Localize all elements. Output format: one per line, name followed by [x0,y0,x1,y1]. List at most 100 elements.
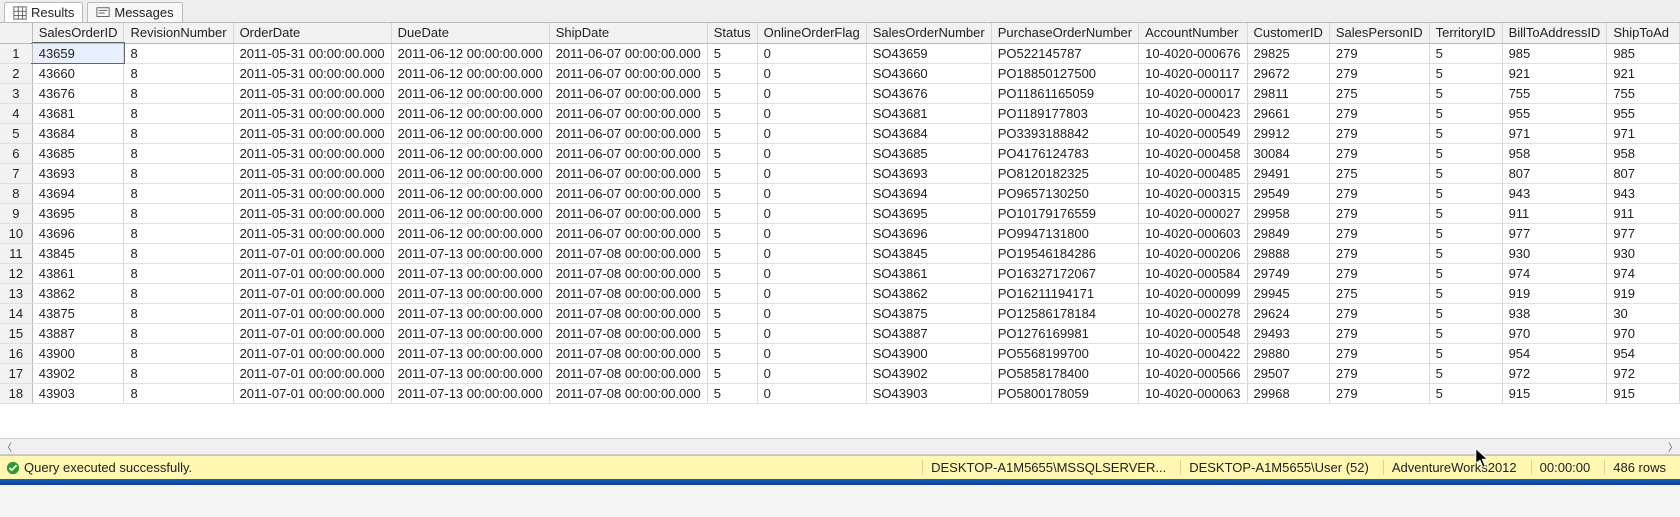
cell[interactable]: 5 [1429,283,1502,303]
cell[interactable]: 8 [124,103,233,123]
cell[interactable]: 2011-07-08 00:00:00.000 [549,283,707,303]
cell[interactable]: 2011-06-07 00:00:00.000 [549,163,707,183]
scroll-right-icon[interactable]: 〉 [1668,439,1678,454]
cell[interactable]: 275 [1329,283,1429,303]
cell[interactable]: 8 [124,363,233,383]
cell[interactable]: SO43862 [866,283,991,303]
cell[interactable]: 5 [707,323,757,343]
cell[interactable]: 5 [1429,343,1502,363]
cell[interactable]: 0 [757,383,866,403]
cell[interactable]: 29749 [1247,263,1329,283]
horizontal-scrollbar[interactable]: 〈 〉 [0,438,1680,454]
cell[interactable]: 43694 [32,183,124,203]
cell[interactable]: 8 [124,63,233,83]
row-number[interactable]: 8 [0,183,32,203]
cell[interactable]: 8 [124,283,233,303]
cell[interactable]: 911 [1502,203,1607,223]
cell[interactable]: 0 [757,83,866,103]
cell[interactable]: 2011-07-13 00:00:00.000 [391,323,549,343]
tab-messages[interactable]: Messages [87,2,182,22]
cell[interactable]: 954 [1607,343,1680,363]
cell[interactable]: 8 [124,223,233,243]
cell[interactable]: 43660 [32,63,124,83]
cell[interactable]: PO3393188842 [991,123,1138,143]
cell[interactable]: 279 [1329,383,1429,403]
cell[interactable]: 10-4020-000584 [1139,263,1247,283]
row-number[interactable]: 10 [0,223,32,243]
cell[interactable]: 10-4020-000117 [1139,63,1247,83]
cell[interactable]: SO43660 [866,63,991,83]
cell[interactable]: 919 [1502,283,1607,303]
cell[interactable]: 2011-06-12 00:00:00.000 [391,83,549,103]
cell[interactable]: 29849 [1247,223,1329,243]
cell[interactable]: 921 [1502,63,1607,83]
cell[interactable]: 2011-05-31 00:00:00.000 [233,143,391,163]
cell[interactable]: 5 [707,163,757,183]
cell[interactable]: 911 [1607,203,1680,223]
cell[interactable]: 43659 [32,43,124,63]
cell[interactable]: 279 [1329,263,1429,283]
cell[interactable]: 0 [757,183,866,203]
cell[interactable]: 2011-06-12 00:00:00.000 [391,123,549,143]
cell[interactable]: 0 [757,103,866,123]
cell[interactable]: PO5568199700 [991,343,1138,363]
cell[interactable]: 5 [1429,243,1502,263]
cell[interactable]: 10-4020-000027 [1139,203,1247,223]
cell[interactable]: 5 [1429,183,1502,203]
cell[interactable]: 10-4020-000017 [1139,83,1247,103]
cell[interactable]: 5 [1429,163,1502,183]
cell[interactable]: 5 [707,123,757,143]
cell[interactable]: 2011-07-13 00:00:00.000 [391,363,549,383]
cell[interactable]: 5 [707,243,757,263]
cell[interactable]: 43676 [32,83,124,103]
cell[interactable]: SO43693 [866,163,991,183]
cell[interactable]: 971 [1502,123,1607,143]
cell[interactable]: 954 [1502,343,1607,363]
cell[interactable]: 2011-07-08 00:00:00.000 [549,363,707,383]
cell[interactable]: 8 [124,143,233,163]
cell[interactable]: 2011-05-31 00:00:00.000 [233,43,391,63]
row-number[interactable]: 4 [0,103,32,123]
cell[interactable]: SO43681 [866,103,991,123]
cell[interactable]: 29624 [1247,303,1329,323]
cell[interactable]: 930 [1607,243,1680,263]
cell[interactable]: 5 [1429,323,1502,343]
cell[interactable]: 43693 [32,163,124,183]
cell[interactable]: 279 [1329,363,1429,383]
cell[interactable]: 2011-06-12 00:00:00.000 [391,103,549,123]
cell[interactable]: 8 [124,243,233,263]
cell[interactable]: 279 [1329,63,1429,83]
cell[interactable]: 2011-07-08 00:00:00.000 [549,323,707,343]
cell[interactable]: 10-4020-000278 [1139,303,1247,323]
cell[interactable]: SO43902 [866,363,991,383]
cell[interactable]: 2011-07-13 00:00:00.000 [391,383,549,403]
cell[interactable]: 29968 [1247,383,1329,403]
cell[interactable]: 2011-05-31 00:00:00.000 [233,83,391,103]
cell[interactable]: 279 [1329,323,1429,343]
cell[interactable]: 2011-07-13 00:00:00.000 [391,343,549,363]
cell[interactable]: 972 [1502,363,1607,383]
table-row[interactable]: 144387582011-07-01 00:00:00.0002011-07-1… [0,303,1680,323]
cell[interactable]: SO43696 [866,223,991,243]
cell[interactable]: 8 [124,203,233,223]
cell[interactable]: 10-4020-000422 [1139,343,1247,363]
cell[interactable]: 2011-06-07 00:00:00.000 [549,203,707,223]
cell[interactable]: 5 [1429,203,1502,223]
cell[interactable]: 5 [707,43,757,63]
table-row[interactable]: 114384582011-07-01 00:00:00.0002011-07-1… [0,243,1680,263]
cell[interactable]: 0 [757,343,866,363]
column-header[interactable]: OnlineOrderFlag [757,23,866,43]
cell[interactable]: 974 [1502,263,1607,283]
cell[interactable]: 10-4020-000458 [1139,143,1247,163]
cell[interactable]: 8 [124,163,233,183]
cell[interactable]: 955 [1607,103,1680,123]
cell[interactable]: 915 [1607,383,1680,403]
cell[interactable]: 970 [1502,323,1607,343]
cell[interactable]: 5 [1429,383,1502,403]
cell[interactable]: 930 [1502,243,1607,263]
column-header[interactable]: BillToAddressID [1502,23,1607,43]
cell[interactable]: 275 [1329,163,1429,183]
row-number[interactable]: 7 [0,163,32,183]
cell[interactable]: 2011-06-12 00:00:00.000 [391,163,549,183]
cell[interactable]: 972 [1607,363,1680,383]
